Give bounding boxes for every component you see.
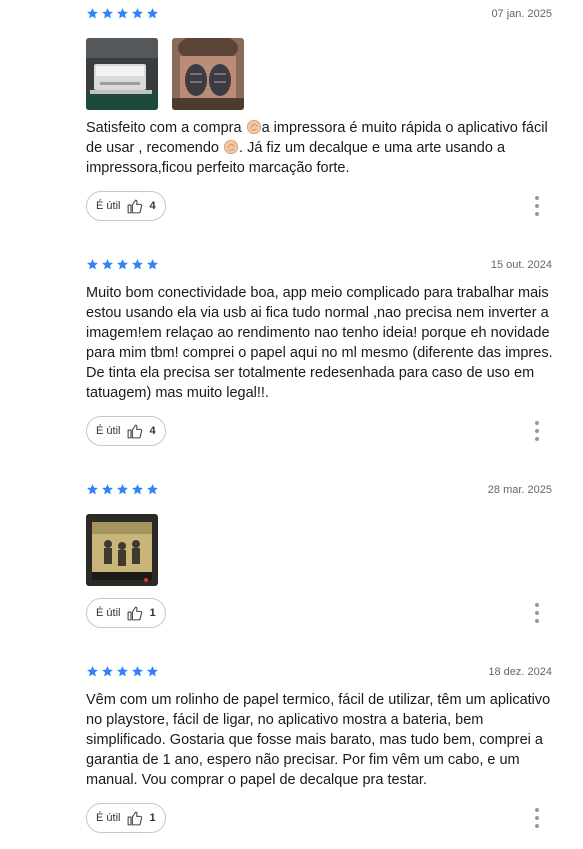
helpful-label: É útil (96, 607, 121, 619)
star-icon (116, 665, 129, 678)
helpful-label: É útil (96, 812, 121, 824)
review-text-part: Satisfeito com a compra (86, 120, 246, 136)
star-icon (101, 665, 114, 678)
review-text: Satisfeito com a compra a impressora é m… (86, 118, 556, 178)
star-icon (131, 7, 144, 20)
review-photos (86, 514, 158, 586)
review-date: 18 dez. 2024 (488, 666, 552, 678)
star-icon (146, 483, 159, 496)
star-icon (101, 258, 114, 271)
printer-photo[interactable] (86, 38, 158, 110)
review-text: Muito bom conectividade boa, app meio co… (86, 285, 553, 401)
star-icon (86, 483, 99, 496)
star-icon (146, 258, 159, 271)
star-icon (101, 483, 114, 496)
review-text: Vêm com um rolinho de papel termico, fác… (86, 692, 551, 788)
more-options-button[interactable] (531, 421, 543, 441)
star-icon (116, 7, 129, 20)
thumbs-up-icon (126, 605, 143, 622)
review-date: 07 jan. 2025 (491, 8, 552, 20)
more-options-button[interactable] (531, 603, 543, 623)
helpful-count: 1 (149, 607, 156, 619)
star-icon (131, 665, 144, 678)
clapping-hands-icon (223, 139, 239, 155)
more-options-button[interactable] (531, 808, 543, 828)
helpful-count: 4 (149, 425, 156, 437)
helpful-count: 1 (149, 812, 156, 824)
review-date: 28 mar. 2025 (487, 484, 552, 496)
helpful-button[interactable]: É útil 4 (86, 191, 166, 221)
more-options-button[interactable] (531, 196, 543, 216)
star-icon (86, 258, 99, 271)
neck-tattoo-photo[interactable] (172, 38, 244, 110)
star-icon (116, 258, 129, 271)
rating-stars (86, 258, 159, 271)
thumbs-up-icon (126, 423, 143, 440)
thumbs-up-icon (126, 198, 143, 215)
rating-stars (86, 7, 159, 20)
rating-stars (86, 665, 159, 678)
star-icon (86, 7, 99, 20)
helpful-label: É útil (96, 200, 121, 212)
star-icon (131, 483, 144, 496)
helpful-button[interactable]: É útil 4 (86, 416, 166, 446)
star-icon (116, 483, 129, 496)
clapping-hands-icon (246, 119, 262, 135)
star-icon (101, 7, 114, 20)
star-icon (146, 7, 159, 20)
review-date: 15 out. 2024 (490, 259, 552, 271)
helpful-count: 4 (149, 200, 156, 212)
review-photos (86, 38, 244, 110)
star-icon (146, 665, 159, 678)
star-icon (86, 665, 99, 678)
stencil-print-photo[interactable] (86, 514, 158, 586)
star-icon (131, 258, 144, 271)
helpful-button[interactable]: É útil 1 (86, 598, 166, 628)
rating-stars (86, 483, 159, 496)
helpful-label: É útil (96, 425, 121, 437)
helpful-button[interactable]: É útil 1 (86, 803, 166, 833)
thumbs-up-icon (126, 810, 143, 827)
